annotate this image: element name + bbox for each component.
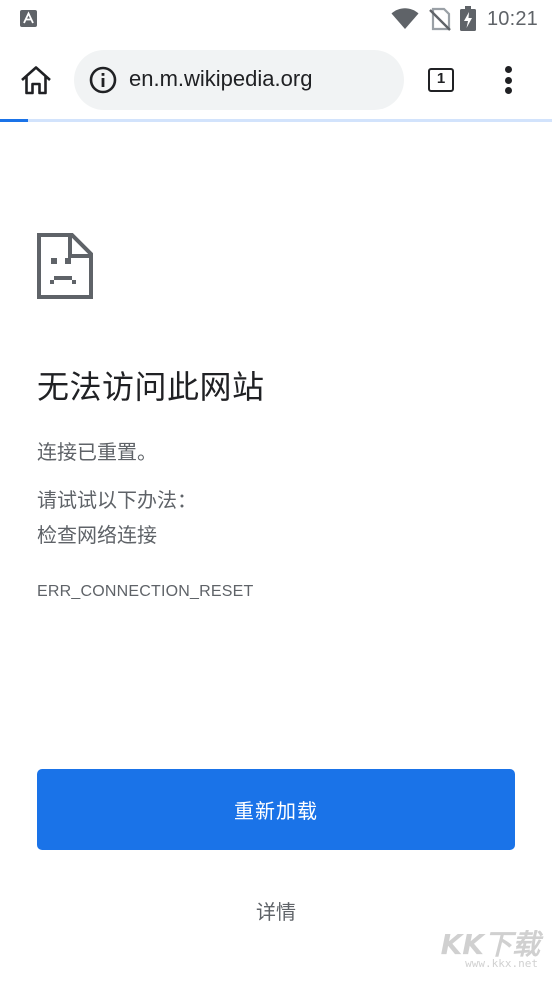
error-subtitle: 连接已重置。 <box>37 440 157 464</box>
details-button[interactable]: 详情 <box>236 896 316 925</box>
page-load-progress-bar <box>0 119 552 122</box>
url-text[interactable]: en.m.wikipedia.org <box>129 66 312 92</box>
sad-page-icon <box>37 233 93 299</box>
tab-switcher-button[interactable]: 1 <box>426 66 456 94</box>
suggestions-heading: 请试试以下办法： <box>37 488 197 512</box>
battery-charging-icon <box>459 6 476 31</box>
watermark: KK下载 www.kkx.net <box>440 923 540 981</box>
status-bar: 10:21 <box>0 0 552 38</box>
tab-count: 1 <box>436 70 446 87</box>
home-icon <box>21 66 51 95</box>
error-title: 无法访问此网站 <box>37 368 265 406</box>
browser-toolbar: en.m.wikipedia.org 1 <box>0 38 552 122</box>
more-vert-icon[interactable] <box>496 66 522 94</box>
reload-button[interactable]: 重新加载 <box>37 769 515 850</box>
info-icon[interactable] <box>88 65 118 95</box>
status-icons: 10:21 <box>391 6 538 32</box>
page-load-progress-fill <box>0 119 28 122</box>
home-button[interactable] <box>16 62 56 98</box>
a-box-icon <box>20 10 37 27</box>
reload-button-label: 重新加载 <box>234 799 318 823</box>
status-time: 10:21 <box>486 7 538 30</box>
suggestion-item: 检查网络连接 <box>37 523 157 547</box>
watermark-url: www.kkx.net <box>465 957 538 970</box>
error-code: ERR_CONNECTION_RESET <box>37 583 254 600</box>
no-sim-icon <box>429 7 451 31</box>
wifi-icon <box>391 8 419 29</box>
omnibox[interactable]: en.m.wikipedia.org <box>74 50 404 110</box>
